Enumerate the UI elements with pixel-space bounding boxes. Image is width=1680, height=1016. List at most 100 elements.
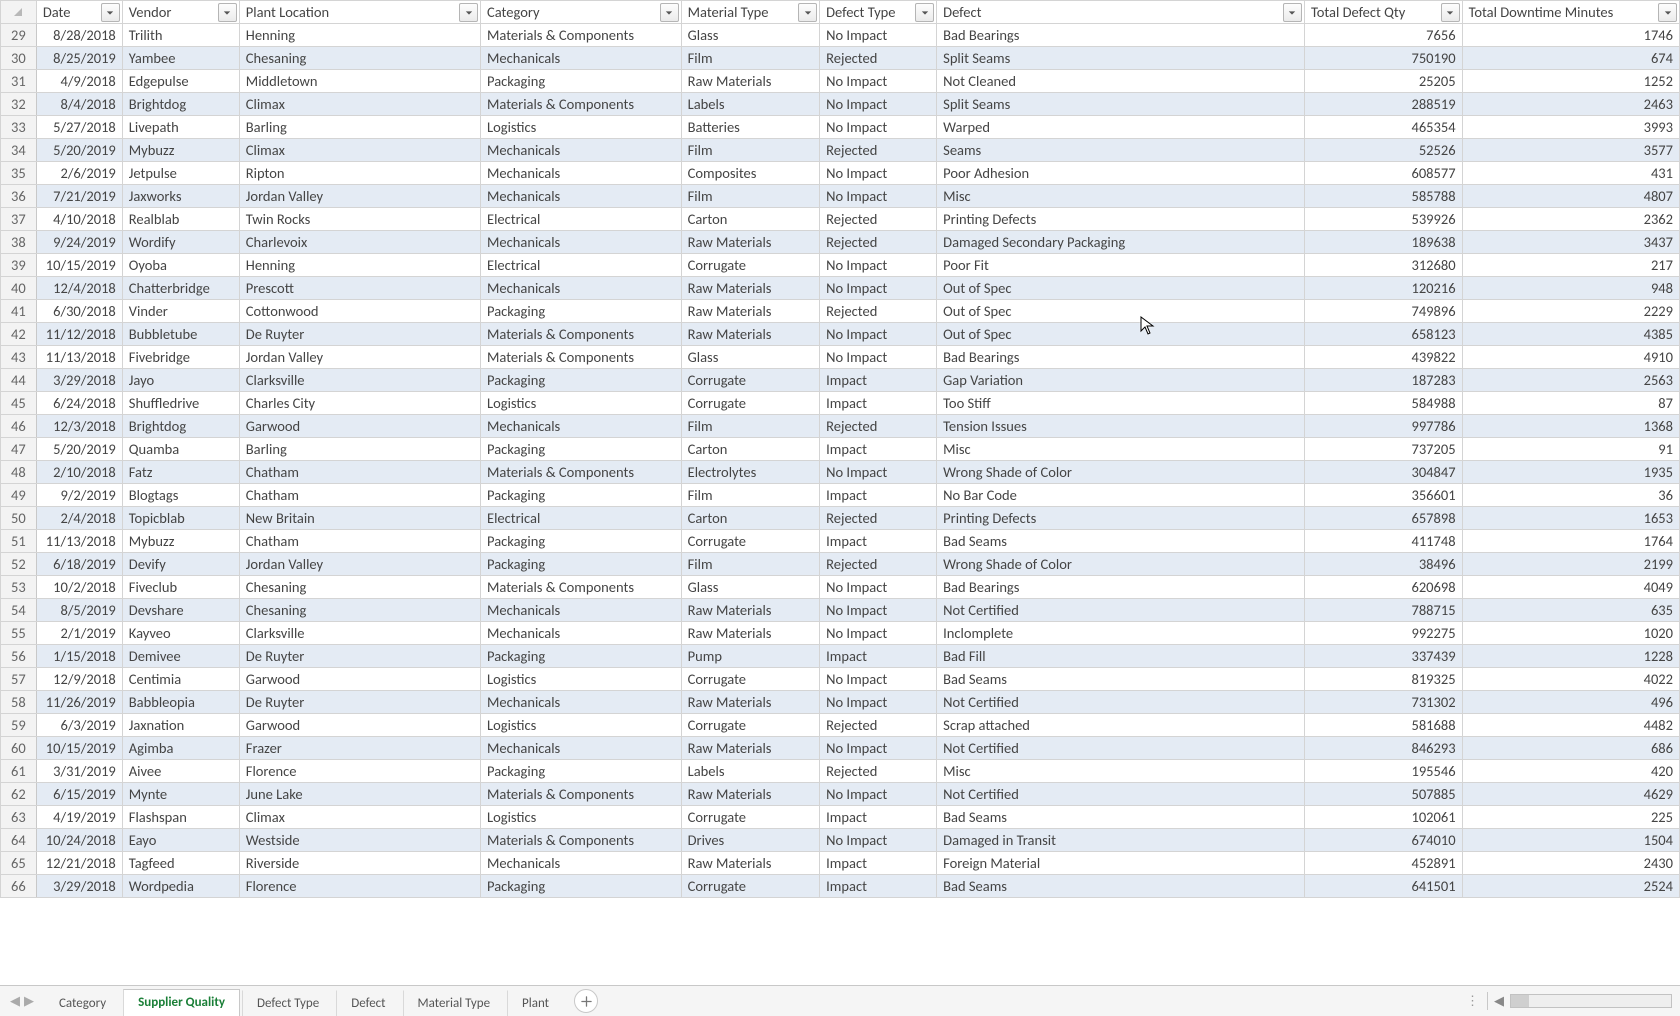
cell-vendor[interactable]: Jaxworks	[122, 185, 239, 208]
cell-defect[interactable]: Out of Spec	[937, 323, 1305, 346]
cell-defect[interactable]: Misc	[937, 760, 1305, 783]
cell-defect_type[interactable]: No Impact	[820, 254, 937, 277]
sheet-tab[interactable]: Supplier Quality	[123, 989, 240, 1016]
cell-category[interactable]: Materials & Components	[481, 24, 682, 47]
cell-vendor[interactable]: Realblab	[122, 208, 239, 231]
cell-downtime[interactable]: 4807	[1462, 185, 1679, 208]
filter-dropdown-icon[interactable]	[660, 3, 679, 22]
cell-qty[interactable]: 584988	[1304, 392, 1462, 415]
cell-downtime[interactable]: 2524	[1462, 875, 1679, 898]
cell-defect[interactable]: Damaged in Transit	[937, 829, 1305, 852]
cell-plant[interactable]: Clarksville	[239, 369, 480, 392]
row-number[interactable]: 48	[1, 461, 37, 484]
cell-downtime[interactable]: 3577	[1462, 139, 1679, 162]
cell-defect[interactable]: Split Seams	[937, 47, 1305, 70]
cell-material[interactable]: Labels	[681, 93, 820, 116]
data-table[interactable]: DateVendorPlant LocationCategoryMaterial…	[0, 0, 1680, 898]
cell-category[interactable]: Logistics	[481, 116, 682, 139]
filter-dropdown-icon[interactable]	[218, 3, 237, 22]
cell-category[interactable]: Materials & Components	[481, 93, 682, 116]
table-row[interactable]: 596/3/2019JaxnationGarwoodLogisticsCorru…	[1, 714, 1680, 737]
row-number[interactable]: 66	[1, 875, 37, 898]
cell-category[interactable]: Mechanicals	[481, 277, 682, 300]
cell-date[interactable]: 2/10/2018	[36, 461, 122, 484]
cell-vendor[interactable]: Mynte	[122, 783, 239, 806]
table-row[interactable]: 335/27/2018LivepathBarlingLogisticsBatte…	[1, 116, 1680, 139]
cell-vendor[interactable]: Fiveclub	[122, 576, 239, 599]
row-number[interactable]: 57	[1, 668, 37, 691]
cell-material[interactable]: Carton	[681, 438, 820, 461]
cell-date[interactable]: 6/3/2019	[36, 714, 122, 737]
cell-category[interactable]: Logistics	[481, 806, 682, 829]
cell-material[interactable]: Corrugate	[681, 668, 820, 691]
cell-date[interactable]: 1/15/2018	[36, 645, 122, 668]
cell-category[interactable]: Packaging	[481, 530, 682, 553]
cell-downtime[interactable]: 674	[1462, 47, 1679, 70]
cell-defect_type[interactable]: No Impact	[820, 829, 937, 852]
table-row[interactable]: 5811/26/2019BabbleopiaDe RuyterMechanica…	[1, 691, 1680, 714]
cell-date[interactable]: 12/3/2018	[36, 415, 122, 438]
table-row[interactable]: 634/19/2019FlashspanClimaxLogisticsCorru…	[1, 806, 1680, 829]
cell-defect_type[interactable]: Rejected	[820, 300, 937, 323]
cell-downtime[interactable]: 87	[1462, 392, 1679, 415]
cell-date[interactable]: 11/13/2018	[36, 530, 122, 553]
cell-downtime[interactable]: 36	[1462, 484, 1679, 507]
cell-material[interactable]: Glass	[681, 24, 820, 47]
cell-downtime[interactable]: 3993	[1462, 116, 1679, 139]
row-number[interactable]: 49	[1, 484, 37, 507]
cell-plant[interactable]: Chatham	[239, 484, 480, 507]
table-row[interactable]: 663/29/2018WordpediaFlorencePackagingCor…	[1, 875, 1680, 898]
cell-date[interactable]: 9/24/2019	[36, 231, 122, 254]
cell-category[interactable]: Mechanicals	[481, 415, 682, 438]
cell-material[interactable]: Glass	[681, 576, 820, 599]
cell-vendor[interactable]: Yambee	[122, 47, 239, 70]
cell-material[interactable]: Raw Materials	[681, 70, 820, 93]
cell-vendor[interactable]: Mybuzz	[122, 530, 239, 553]
cell-plant[interactable]: De Ruyter	[239, 645, 480, 668]
cell-downtime[interactable]: 91	[1462, 438, 1679, 461]
row-number[interactable]: 33	[1, 116, 37, 139]
sheet-tab[interactable]: Plant	[507, 990, 564, 1016]
cell-defect[interactable]: Misc	[937, 185, 1305, 208]
cell-qty[interactable]: 641501	[1304, 875, 1462, 898]
cell-category[interactable]: Mechanicals	[481, 47, 682, 70]
column-header-material[interactable]: Material Type	[681, 1, 820, 24]
cell-date[interactable]: 11/26/2019	[36, 691, 122, 714]
row-number[interactable]: 54	[1, 599, 37, 622]
cell-material[interactable]: Film	[681, 415, 820, 438]
cell-defect_type[interactable]: No Impact	[820, 691, 937, 714]
cell-material[interactable]: Batteries	[681, 116, 820, 139]
scroll-left-icon[interactable]: ◀	[1494, 994, 1504, 1009]
cell-date[interactable]: 12/4/2018	[36, 277, 122, 300]
cell-vendor[interactable]: Devify	[122, 553, 239, 576]
cell-qty[interactable]: 620698	[1304, 576, 1462, 599]
cell-category[interactable]: Mechanicals	[481, 162, 682, 185]
column-header-qty[interactable]: Total Defect Qty	[1304, 1, 1462, 24]
cell-downtime[interactable]: 496	[1462, 691, 1679, 714]
cell-downtime[interactable]: 2463	[1462, 93, 1679, 116]
cell-downtime[interactable]: 635	[1462, 599, 1679, 622]
cell-category[interactable]: Logistics	[481, 392, 682, 415]
cell-vendor[interactable]: Agimba	[122, 737, 239, 760]
cell-category[interactable]: Electrical	[481, 208, 682, 231]
row-number[interactable]: 51	[1, 530, 37, 553]
cell-downtime[interactable]: 1764	[1462, 530, 1679, 553]
cell-defect_type[interactable]: Impact	[820, 645, 937, 668]
cell-date[interactable]: 8/5/2019	[36, 599, 122, 622]
column-header-defect_type[interactable]: Defect Type	[820, 1, 937, 24]
cell-defect_type[interactable]: Rejected	[820, 553, 937, 576]
cell-date[interactable]: 4/9/2018	[36, 70, 122, 93]
cell-qty[interactable]: 819325	[1304, 668, 1462, 691]
cell-downtime[interactable]: 1228	[1462, 645, 1679, 668]
cell-qty[interactable]: 312680	[1304, 254, 1462, 277]
cell-plant[interactable]: Prescott	[239, 277, 480, 300]
cell-plant[interactable]: Chesaning	[239, 599, 480, 622]
cell-vendor[interactable]: Vinder	[122, 300, 239, 323]
cell-defect[interactable]: No Bar Code	[937, 484, 1305, 507]
row-number[interactable]: 32	[1, 93, 37, 116]
cell-material[interactable]: Composites	[681, 162, 820, 185]
row-number[interactable]: 52	[1, 553, 37, 576]
cell-defect[interactable]: Bad Seams	[937, 530, 1305, 553]
cell-plant[interactable]: Climax	[239, 93, 480, 116]
cell-downtime[interactable]: 1504	[1462, 829, 1679, 852]
